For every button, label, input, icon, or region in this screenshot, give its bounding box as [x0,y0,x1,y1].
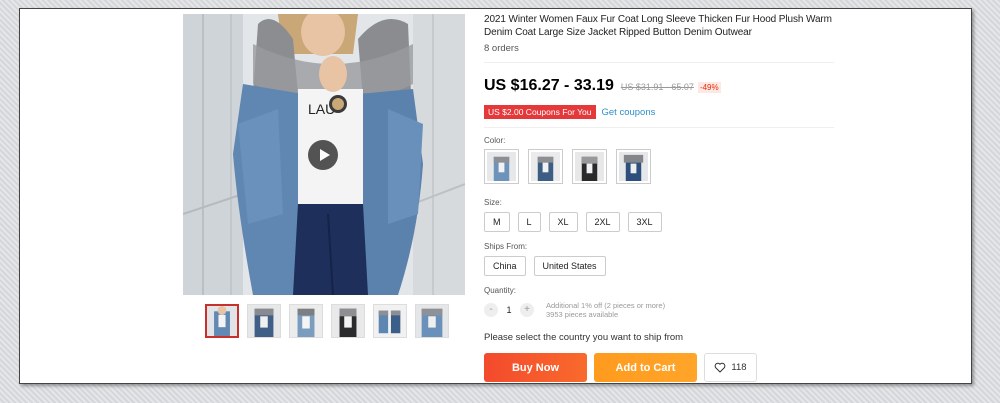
product-title: 2021 Winter Women Faux Fur Coat Long Sle… [484,14,832,38]
divider [484,127,834,128]
ship-country-message: Please select the country you want to sh… [484,332,684,343]
size-option-l[interactable]: L [517,212,541,232]
coupon-badge[interactable]: US $2.00 Coupons For You [484,105,596,119]
quantity-stepper: - 1 + Additional 1% off (2 pieces or mor… [484,301,834,319]
add-to-cart-button[interactable]: Add to Cart [594,353,697,382]
quantity-increase-button[interactable]: + [520,303,534,317]
thumbnail-4[interactable] [331,304,365,338]
color-label: Color: [484,136,506,145]
size-label: Size: [484,198,502,207]
product-page: LAU 2021 Winter Women Faux Fur Coat Long… [19,8,972,384]
ships-from-options: China United States [484,256,834,276]
thumbnail-6[interactable] [415,304,449,338]
order-count: 8 orders [484,43,519,54]
color-swatch-navy[interactable] [616,149,651,184]
get-coupons-link[interactable]: Get coupons [602,107,656,118]
size-option-xl[interactable]: XL [548,212,578,232]
price: US $16.27 - 33.19 [484,77,614,94]
thumbnail-strip [205,304,449,338]
main-product-image[interactable]: LAU [183,14,465,295]
size-options: M L XL 2XL 3XL [484,212,834,232]
thumbnail-5[interactable] [373,304,407,338]
color-swatch-light-denim[interactable] [484,149,519,184]
coupon-row: US $2.00 Coupons For You Get coupons [484,105,834,119]
quantity-info: Additional 1% off (2 pieces or more) 395… [546,301,665,319]
color-swatch-black[interactable] [572,149,607,184]
color-swatch-dark-denim[interactable] [528,149,563,184]
quantity-label: Quantity: [484,286,517,295]
thumbnail-1[interactable] [205,304,239,338]
ships-from-label: Ships From: [484,242,528,251]
ships-from-united-states[interactable]: United States [533,256,606,276]
buy-now-button[interactable]: Buy Now [484,353,587,382]
quantity-value[interactable]: 1 [498,305,520,315]
play-video-button[interactable] [308,140,338,170]
thumbnail-3[interactable] [289,304,323,338]
ships-from-china[interactable]: China [484,256,526,276]
action-buttons: Buy Now Add to Cart 118 [484,353,834,382]
heart-icon [715,362,726,373]
original-price: US $31.91 - 65.07 [620,82,694,92]
color-swatches [484,149,834,184]
quantity-decrease-button[interactable]: - [484,303,498,317]
size-option-3xl[interactable]: 3XL [627,212,662,232]
stock-available: 3953 pieces available [546,310,619,319]
size-option-m[interactable]: M [484,212,510,232]
bulk-discount-note: Additional 1% off (2 pieces or more) [546,301,666,310]
discount-badge: -49% [697,82,721,93]
wishlist-button[interactable]: 118 [704,353,757,382]
price-row: US $16.27 - 33.19 US $31.91 - 65.07 -49% [484,77,834,95]
product-info: 2021 Winter Women Faux Fur Coat Long Sle… [484,13,834,382]
thumbnail-2[interactable] [247,304,281,338]
size-option-2xl[interactable]: 2XL [585,212,620,232]
divider [484,62,834,63]
wishlist-count: 118 [731,362,747,373]
